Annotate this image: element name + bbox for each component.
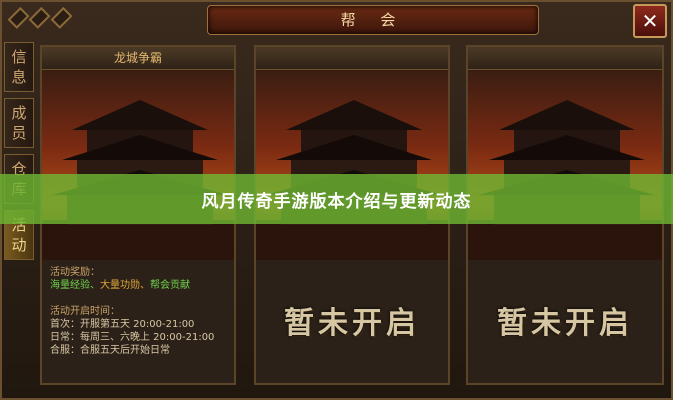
reward-contribution: 帮会贡献 [150, 280, 190, 291]
time-title: 活动开启时间： [50, 306, 120, 317]
time-row: 首次：开服第五天 20:00-21:00 [50, 319, 195, 330]
locked-text: 暂未开启 [497, 306, 633, 341]
reward-title: 活动奖励： [50, 267, 100, 278]
castle-image [42, 100, 234, 260]
castle-artwork [256, 70, 448, 260]
time-row: 合服：合服五天后开始日常 [50, 345, 170, 356]
reward-list: 海量经验、大量功勋、帮会贡献 [50, 279, 226, 292]
panel-header [468, 47, 662, 70]
activity-info: 活动奖励： 海量经验、大量功勋、帮会贡献 活动开启时间： 首次：开服第五天 20… [42, 260, 234, 363]
diamond-icon [28, 6, 52, 30]
castle-artwork [468, 70, 662, 260]
window-title: 帮 会 [340, 11, 406, 29]
locked-overlay: 暂未开启 [256, 260, 448, 380]
ornament-icons [7, 6, 73, 30]
castle-artwork [42, 70, 234, 260]
tab-members[interactable]: 成员 [4, 98, 34, 148]
window-title-bar: 帮 会 [207, 5, 539, 35]
tab-info[interactable]: 信息 [4, 42, 34, 92]
locked-overlay: 暂未开启 [468, 260, 662, 380]
diamond-icon [7, 6, 30, 30]
panel-header: 龙城争霸 [42, 47, 234, 70]
title-banner: 风月传奇手游版本介绍与更新动态 [0, 174, 673, 224]
reward-experience: 海量经验、 [50, 280, 100, 291]
reward-merit: 大量功勋、 [100, 280, 150, 291]
diamond-icon [50, 6, 73, 30]
banner-text: 风月传奇手游版本介绍与更新动态 [201, 191, 472, 212]
sidebar: 信息 成员 仓库 活动 [4, 42, 34, 266]
castle-image [256, 100, 448, 260]
castle-image [468, 100, 662, 260]
panel-header [256, 47, 448, 70]
time-row: 日常：每周三、六晚上 20:00-21:00 [50, 332, 215, 343]
locked-text: 暂未开启 [284, 306, 420, 341]
close-button[interactable]: ✕ [633, 4, 667, 38]
